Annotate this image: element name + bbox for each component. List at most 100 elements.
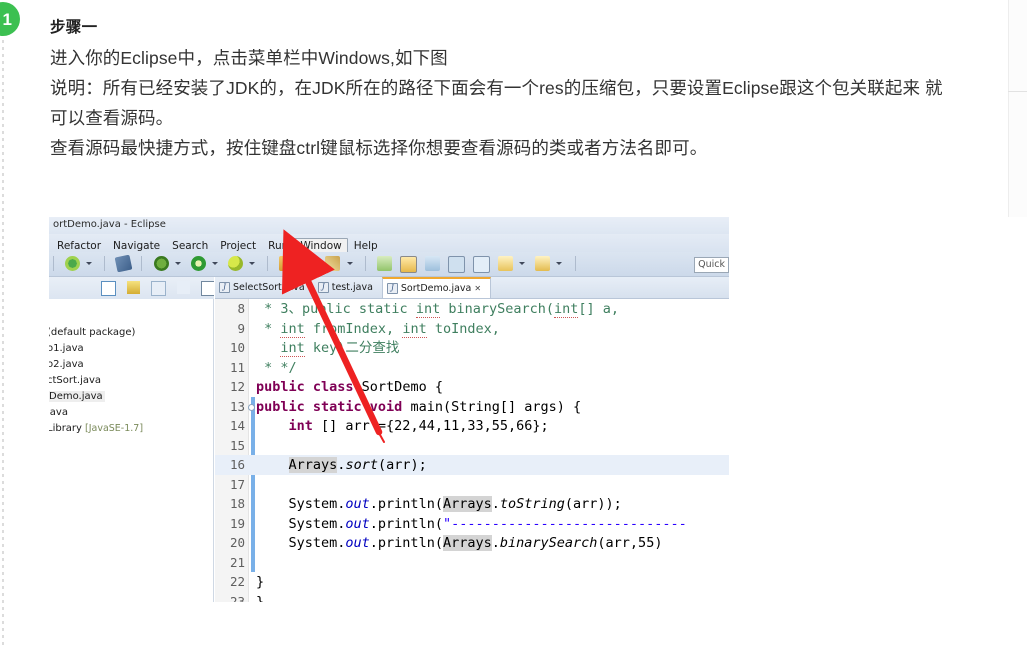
maximize-view-icon[interactable] [201, 281, 214, 296]
java-file-icon: J [219, 282, 230, 293]
right-side-panel-divider [1008, 91, 1027, 92]
code-line: 19 System.out.println("-----------------… [215, 514, 729, 534]
close-icon[interactable]: ✕ [474, 284, 481, 293]
last-edit-location-icon[interactable] [535, 256, 551, 271]
java-file-icon: J [317, 282, 329, 293]
code-line: 13 public static void main(String[] args)… [215, 397, 729, 417]
code-line-text: * 3、public static int binarySearch(int[]… [256, 301, 620, 318]
code-line-text: System.out.println(Arrays.toString(arr))… [256, 496, 622, 512]
view-menu-icon[interactable] [151, 281, 167, 296]
code-line: 20 System.out.println(Arrays.binarySearc… [215, 533, 729, 553]
code-line: 10 int key)二分查找 [215, 338, 729, 358]
code-line-number: 15 [229, 437, 245, 453]
editor-tab[interactable]: Jtest.java [314, 277, 382, 298]
external-tools-icon[interactable] [114, 254, 133, 273]
package-explorer-item[interactable]: (default package) [49, 325, 213, 341]
code-line-number: 18 [229, 496, 245, 511]
step-paragraph-1: 进入你的Eclipse中，点击菜单栏中Windows,如下图 [50, 48, 448, 68]
menu-item-run[interactable]: Run [262, 238, 294, 252]
menu-item-refactor[interactable]: Refactor [51, 238, 107, 252]
package-explorer-toolbar [49, 277, 214, 299]
code-line-text: } [256, 574, 265, 590]
coverage-icon[interactable] [227, 256, 243, 271]
code-line: 8 * 3、public static int binarySearch(int… [215, 299, 729, 319]
editor-tab-label: SelectSort.java [233, 282, 305, 293]
code-editor[interactable]: 8 * 3、public static int binarySearch(int… [215, 299, 729, 602]
code-line-list: 8 * 3、public static int binarySearch(int… [215, 299, 729, 602]
editor-tab-label: SortDemo.java [400, 283, 472, 294]
package-explorer-panel[interactable]: (default package) o1.java o2.java ctSort.ja… [49, 299, 214, 602]
menu-item-project[interactable]: Project [214, 238, 262, 252]
tutorial-step-page: 1 步骤一 进入你的Eclipse中，点击菜单栏中Windows,如下图 说明：… [0, 0, 1027, 649]
right-side-panel [1008, 0, 1027, 217]
java-file-icon: J [386, 283, 398, 294]
toolbar-separator [141, 256, 143, 271]
code-line-number: 10 [229, 340, 245, 355]
step-timeline-rail [2, 40, 4, 649]
package-explorer-item[interactable]: ctSort.java [49, 373, 213, 389]
debug-icon[interactable] [153, 256, 169, 271]
code-line: 22} [215, 572, 729, 592]
code-line-number: 13 [229, 398, 245, 414]
menu-item-navigate[interactable]: Navigate [107, 238, 166, 252]
code-line: 23} [215, 592, 729, 603]
menu-item-help[interactable]: Help [348, 238, 384, 252]
package-explorer-item-label: Library [49, 423, 82, 434]
quick-fix-dropdown-icon[interactable] [346, 256, 354, 271]
package-explorer-item[interactable]: o2.java [49, 357, 213, 373]
code-line-text: public class SortDemo { [256, 379, 443, 395]
package-explorer-item[interactable]: Library [JavaSE-1.7] [49, 421, 213, 437]
editor-tab[interactable]: J SortDemo.java ✕ [381, 277, 492, 298]
toolbar-separator [364, 256, 366, 271]
run-dropdown-icon[interactable] [211, 256, 219, 271]
search-icon[interactable] [376, 256, 392, 271]
package-explorer-item-label: Demo.java [49, 391, 105, 402]
step-content: 步骤一 进入你的Eclipse中，点击菜单栏中Windows,如下图 说明：所有… [50, 14, 950, 163]
editor-tab[interactable]: J SelectSort.java [215, 277, 314, 298]
menu-item-search[interactable]: Search [166, 238, 214, 252]
package-explorer-item[interactable]: java [49, 405, 213, 421]
package-explorer-item-label: ctSort.java [49, 375, 102, 386]
coverage-dropdown-icon[interactable] [249, 256, 256, 271]
code-line-text: * int fromIndex, int toIndex, [256, 320, 500, 338]
minimize-view-icon[interactable] [177, 281, 191, 294]
toggle-mark-dropdown-icon[interactable] [519, 256, 526, 271]
run-icon[interactable] [190, 256, 206, 271]
package-explorer-item[interactable]: Demo.java [49, 389, 213, 405]
quick-access-field[interactable]: Quick [694, 257, 729, 273]
code-line-number: 17 [229, 476, 245, 492]
editor-tab-label: test.java [331, 282, 373, 293]
new-wizard-dropdown-icon[interactable] [86, 256, 93, 271]
collapse-all-icon[interactable] [101, 281, 116, 296]
code-line-text: } [256, 593, 265, 603]
back-icon[interactable] [473, 256, 491, 273]
next-annotation-icon[interactable] [424, 256, 440, 271]
code-line-text: System.out.println(Arrays.binarySearch(a… [256, 535, 663, 551]
annotation-icon[interactable] [399, 256, 417, 273]
code-line-number: 23 [229, 593, 245, 603]
new-wizard-icon[interactable] [65, 256, 81, 271]
code-line-text: public static void main(String[] args) { [256, 398, 582, 415]
link-with-editor-icon[interactable] [127, 281, 141, 294]
code-line: 14 int [] arr ={22,44,11,33,55,66}; [215, 416, 729, 436]
code-line-number: 22 [229, 574, 245, 589]
new-java-package-icon[interactable] [279, 256, 295, 271]
previous-edit-icon[interactable] [447, 256, 465, 273]
step-title: 步骤一 [50, 19, 98, 36]
step-number-label: 1 [2, 9, 12, 29]
code-line: 18 System.out.println(Arrays.toString(ar… [215, 494, 729, 514]
menu-item-window[interactable]: Window [294, 238, 348, 252]
code-fold-toggle-icon[interactable] [248, 403, 255, 411]
code-line-number: 12 [229, 379, 245, 394]
step-number-badge: 1 [0, 2, 20, 36]
code-line-number: 21 [229, 554, 245, 570]
code-line: 15 [215, 436, 729, 456]
quick-fix-icon[interactable] [325, 256, 341, 271]
open-type-icon[interactable] [302, 256, 318, 271]
toolbar-separator [267, 256, 269, 271]
toggle-mark-icon[interactable] [498, 256, 514, 271]
package-explorer-item[interactable]: o1.java [49, 341, 213, 357]
debug-dropdown-icon[interactable] [174, 256, 182, 271]
last-edit-dropdown-icon[interactable] [556, 256, 563, 271]
code-line-number: 19 [229, 515, 245, 531]
